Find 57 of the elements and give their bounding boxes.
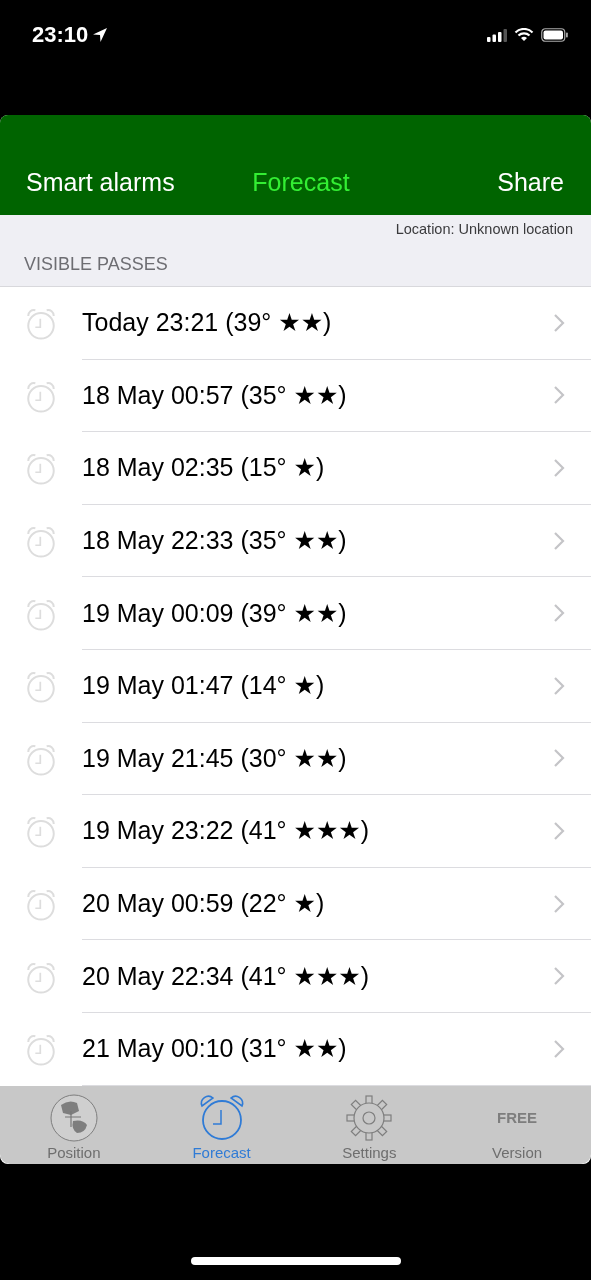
pass-row[interactable]: 18 May 00:57 (35° ★★) (0, 359, 591, 433)
tab-label: Position (47, 1143, 101, 1161)
chevron-icon (553, 530, 565, 551)
status-time: 23:10 (32, 22, 89, 48)
chevron-icon (553, 820, 565, 841)
pass-time: 19 May 23:22 (41° ★★★) (82, 816, 370, 846)
pass-time: 20 May 22:34 (41° ★★★) (82, 961, 370, 991)
pass-row[interactable]: 20 May 22:34 (41° ★★★) (0, 940, 591, 1013)
chevron-icon (553, 312, 565, 333)
pass-time: 21 May 00:10 (31° ★★) (82, 1034, 347, 1064)
pass-row[interactable]: 18 May 02:35 (15° ★) (0, 432, 591, 505)
chevron-icon (553, 1038, 565, 1059)
wifi-icon (514, 28, 534, 42)
share-button[interactable]: Share (497, 168, 564, 197)
chevron-icon (553, 603, 565, 624)
pass-time: 18 May 00:57 (35° ★★) (82, 380, 347, 410)
chevron-icon (553, 748, 565, 769)
pass-time: 18 May 02:35 (15° ★) (82, 453, 325, 483)
globe-icon (48, 1092, 99, 1143)
chevron-icon (553, 893, 565, 914)
location-label: Location: Unknown location (395, 220, 573, 237)
pass-row[interactable]: 18 May 22:33 (35° ★★) (0, 504, 591, 578)
pass-row[interactable]: 19 May 23:22 (41° ★★★) (0, 795, 591, 868)
alarm-clock-icon (24, 1032, 58, 1067)
alarm-clock-icon (24, 451, 58, 486)
alarm-clock-icon (24, 887, 58, 922)
pass-time: 19 May 01:47 (14° ★) (82, 671, 325, 701)
alarm-clock-icon (24, 814, 58, 849)
gear-icon (344, 1092, 395, 1143)
pass-row[interactable]: Today 23:21 (39° ★★) (0, 287, 591, 360)
battery-icon (541, 28, 569, 42)
location-arrow-icon (92, 27, 109, 43)
chevron-icon (553, 458, 565, 478)
pass-row[interactable]: 20 May 00:59 (22° ★) (0, 867, 591, 941)
chevron-icon (553, 385, 565, 406)
tab-label: Forecast (192, 1143, 251, 1161)
section-header: VISIBLE PASSES (24, 253, 168, 275)
chevron-icon (553, 675, 565, 696)
pass-time: 20 May 00:59 (22° ★) (82, 889, 325, 919)
pass-time: Today 23:21 (39° ★★) (82, 308, 332, 338)
alarm-clock-icon (24, 524, 58, 559)
pass-time: 19 May 00:09 (39° ★★) (82, 598, 347, 628)
nav-title: Forecast (252, 168, 350, 197)
pass-row[interactable]: 19 May 00:09 (39° ★★) (0, 577, 591, 650)
free-label: FREE (497, 1108, 538, 1127)
pass-row[interactable]: 19 May 01:47 (14° ★) (0, 649, 591, 723)
pass-row[interactable]: 21 May 00:10 (31° ★★) (0, 1012, 591, 1086)
pass-row[interactable]: 19 May 21:45 (30° ★★) (0, 722, 591, 796)
signal-icon (487, 28, 507, 42)
pass-time: 19 May 21:45 (30° ★★) (82, 743, 347, 773)
smart-alarms-button[interactable]: Smart alarms (26, 168, 175, 197)
tab-label: Version (492, 1143, 543, 1161)
alarm-clock-icon (24, 669, 58, 704)
chevron-icon (553, 966, 565, 987)
alarm-clock-icon (24, 306, 58, 341)
pass-time: 18 May 22:33 (35° ★★) (82, 526, 347, 556)
tab-label: Settings (342, 1143, 397, 1161)
